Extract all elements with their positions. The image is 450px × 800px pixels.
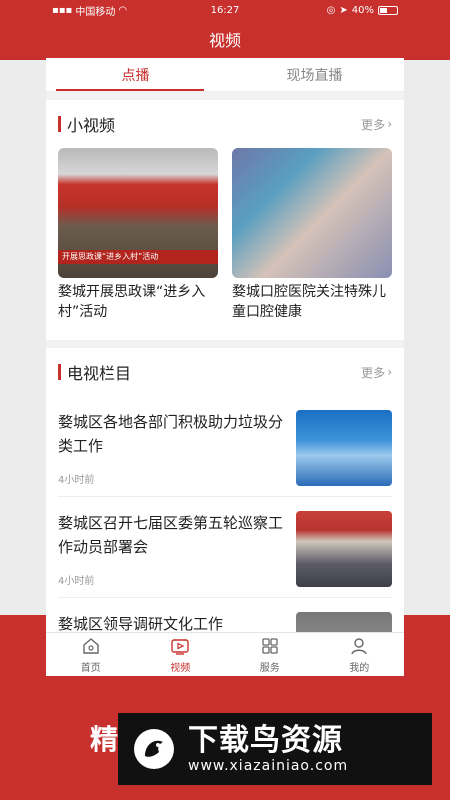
signal-icon: ▪▪▪ xyxy=(52,4,73,16)
news-title: 婺城区各地各部门积极助力垃圾分类工作 xyxy=(58,413,284,455)
tab-bar-top: 点播 现场直播 xyxy=(46,58,404,92)
news-thumbnail xyxy=(296,511,392,587)
battery-percent: 40% xyxy=(351,4,374,16)
section-title: 小视频 xyxy=(67,116,116,135)
watermark-url: www.xiazainiao.com xyxy=(188,758,349,774)
status-time: 16:27 xyxy=(210,4,240,16)
section-marker xyxy=(58,116,61,132)
tab-label: 首页 xyxy=(80,662,101,674)
page-title: 视频 xyxy=(46,20,404,58)
grid-icon xyxy=(262,637,278,654)
watermark-title: 下载鸟资源 xyxy=(188,723,343,758)
news-item[interactable]: 婺城区各地各部门积极助力垃圾分类工作 4小时前 xyxy=(58,396,392,497)
news-thumbnail xyxy=(296,410,392,486)
battery-icon xyxy=(378,5,398,15)
carrier-label: 中国移动 xyxy=(75,6,116,18)
section-title: 电视栏目 xyxy=(67,364,132,383)
phone-screen: ▪▪▪ 中国移动 ◠ 16:27 ◎ ➤ 40% 视频 点播 现场直播 小视频 … xyxy=(46,0,404,676)
chevron-right-icon: › xyxy=(387,117,392,131)
promo-text: 精 xyxy=(90,723,119,756)
more-label: 更多 xyxy=(361,117,386,132)
tab-service[interactable]: 服务 xyxy=(225,633,315,676)
video-title: 婺城口腔医院关注特殊儿童口腔健康 xyxy=(232,284,386,320)
news-item[interactable]: 婺城区召开七届区委第五轮巡察工作动员部署会 4小时前 xyxy=(58,497,392,598)
tab-vod[interactable]: 点播 xyxy=(46,58,225,91)
video-card[interactable]: 开展思政课“进乡入村”活动 婺城开展思政课“进乡入村”活动 xyxy=(58,148,218,322)
more-link[interactable]: 更多 › xyxy=(361,364,392,381)
news-title: 婺城区召开七届区委第五轮巡察工作动员部署会 xyxy=(58,514,284,556)
tab-label: 视频 xyxy=(170,662,191,674)
video-card[interactable]: 婺城口腔医院关注特殊儿童口腔健康 xyxy=(232,148,392,322)
watermark-banner: 下载鸟资源 www.xiazainiao.com xyxy=(118,713,432,785)
tab-live[interactable]: 现场直播 xyxy=(225,58,404,91)
tab-video[interactable]: 视频 xyxy=(136,633,226,676)
wifi-icon: ◠ xyxy=(118,4,128,16)
tab-label: 服务 xyxy=(259,662,280,674)
tab-indicator xyxy=(56,89,204,91)
user-icon xyxy=(351,637,367,654)
section-marker xyxy=(58,364,61,380)
lock-rotation-icon: ◎ xyxy=(326,4,336,16)
home-icon xyxy=(83,637,99,654)
location-icon: ➤ xyxy=(339,4,348,16)
news-time: 4小时前 xyxy=(58,475,95,486)
video-thumbnail xyxy=(232,148,392,278)
short-video-section: 小视频 更多 › 开展思政课“进乡入村”活动 婺城开展思政课“进乡入村”活动 婺… xyxy=(46,100,404,340)
news-time: 4小时前 xyxy=(58,576,95,587)
video-icon xyxy=(171,638,189,655)
tv-column-section: 电视栏目 更多 › 婺城区各地各部门积极助力垃圾分类工作 4小时前 婺城区召开七… xyxy=(46,348,404,676)
tab-profile[interactable]: 我的 xyxy=(315,633,405,676)
chevron-right-icon: › xyxy=(387,365,392,379)
more-link[interactable]: 更多 › xyxy=(361,116,392,133)
video-title: 婺城开展思政课“进乡入村”活动 xyxy=(58,284,206,320)
tab-label: 我的 xyxy=(349,662,370,674)
bottom-tab-bar: 首页 视频 服务 我的 xyxy=(46,632,404,676)
thumbnail-caption: 开展思政课“进乡入村”活动 xyxy=(58,250,218,264)
status-bar: ▪▪▪ 中国移动 ◠ 16:27 ◎ ➤ 40% xyxy=(46,0,404,20)
tab-home[interactable]: 首页 xyxy=(46,633,136,676)
more-label: 更多 xyxy=(361,365,386,380)
video-thumbnail: 开展思政课“进乡入村”活动 xyxy=(58,148,218,278)
bird-logo-icon xyxy=(128,723,180,775)
